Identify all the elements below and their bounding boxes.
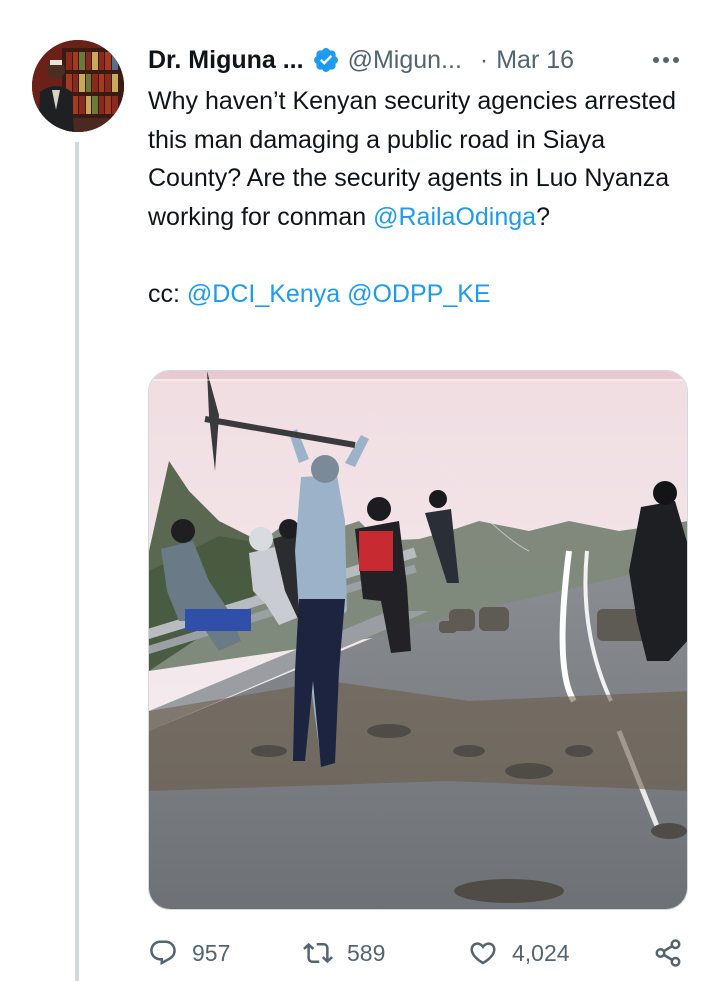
heart-icon <box>470 942 496 965</box>
share-button[interactable] <box>653 930 683 976</box>
cc-label: cc: <box>148 279 187 308</box>
tweet-date[interactable]: Mar 16 <box>496 46 574 75</box>
tweet-text: Why haven’t Kenyan security agencies arr… <box>148 82 698 313</box>
reply-button[interactable]: 957 <box>148 930 230 976</box>
like-button[interactable]: 4,024 <box>468 930 570 976</box>
like-count: 4,024 <box>512 939 570 966</box>
verified-badge-icon <box>313 48 338 72</box>
more-dots-icon <box>653 57 679 63</box>
tweet: Dr. Miguna ... @Migun... · Mar 16 Why ha… <box>0 0 720 981</box>
retweet-count: 589 <box>347 939 386 966</box>
avatar[interactable] <box>32 40 124 132</box>
mention-dci[interactable]: @DCI_Kenya <box>187 280 340 308</box>
tweet-body-punct: ? <box>536 202 550 231</box>
retweet-button[interactable]: 589 <box>303 930 385 976</box>
mention-raila[interactable]: @RailaOdinga <box>373 203 536 231</box>
avatar-image <box>32 40 124 132</box>
more-button[interactable] <box>646 42 686 78</box>
share-icon <box>655 939 681 967</box>
thread-line <box>75 142 79 981</box>
reply-icon <box>150 940 176 966</box>
tweet-body: Why haven’t Kenyan security agencies arr… <box>148 82 698 236</box>
tweet-photo[interactable] <box>148 370 688 910</box>
cc-line: cc: @DCI_Kenya @ODPP_KE <box>148 275 698 314</box>
handle[interactable]: @Migun... <box>348 46 462 75</box>
reply-count: 957 <box>192 939 231 966</box>
tweet-actions: 957 589 4,024 <box>148 930 693 976</box>
road-photo <box>149 371 687 909</box>
separator-dot: · <box>479 45 489 74</box>
tweet-header: Dr. Miguna ... @Migun... · Mar 16 <box>148 42 700 78</box>
retweet-icon <box>303 942 333 964</box>
display-name[interactable]: Dr. Miguna ... <box>148 46 304 75</box>
mention-odpp[interactable]: @ODPP_KE <box>347 280 490 308</box>
